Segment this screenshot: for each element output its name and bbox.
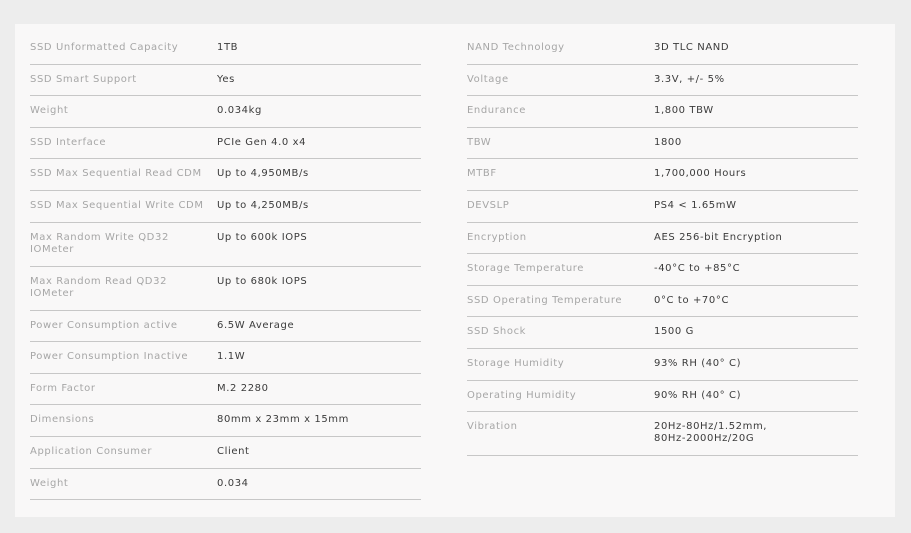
spec-row: Vibration 20Hz-80Hz/1.52mm, 80Hz-2000Hz/…	[467, 412, 858, 457]
spec-label: DEVSLP	[467, 199, 510, 211]
spec-label: Vibration	[467, 421, 518, 433]
spec-label: Max Random Write QD32 IOMeter	[30, 231, 169, 255]
spec-label: Storage Humidity	[467, 357, 565, 369]
spec-label: Operating Humidity	[467, 389, 577, 401]
spec-label: Max Random Read QD32 IOMeter	[30, 275, 168, 299]
spec-row: Dimensions 80mm x 23mm x 15mm	[30, 405, 421, 437]
spec-value: 1,700,000 Hours	[654, 168, 747, 180]
specs-right-column: NAND Technology 3D TLC NAND Voltage 3.3V…	[467, 33, 858, 457]
spec-label: SSD Smart Support	[30, 73, 137, 85]
spec-row: Weight 0.034kg	[30, 96, 421, 128]
spec-row: Voltage 3.3V, +/- 5%	[467, 65, 858, 97]
spec-value: 1TB	[217, 42, 239, 53]
spec-label: SSD Unformatted Capacity	[30, 42, 179, 53]
spec-label: SSD Max Sequential Write CDM	[30, 199, 204, 211]
spec-value: Up to 680k IOPS	[217, 275, 308, 287]
spec-label: Encryption	[467, 231, 527, 243]
spec-row: Application Consumer Client	[30, 437, 421, 469]
specifications-panel: SSD Unformatted Capacity 1TB SSD Smart S…	[15, 24, 895, 517]
spec-row: Power Consumption active 6.5W Average	[30, 311, 421, 343]
spec-value: 3.3V, +/- 5%	[654, 73, 725, 85]
spec-row: Weight 0.034	[30, 469, 421, 501]
spec-row: Storage Temperature -40°C to +85°C	[467, 254, 858, 286]
spec-value: 1,800 TBW	[654, 105, 714, 117]
spec-label: SSD Interface	[30, 136, 107, 148]
spec-row: Storage Humidity 93% RH (40° C)	[467, 349, 858, 381]
spec-row: DEVSLP PS4 < 1.65mW	[467, 191, 858, 223]
spec-label: Voltage	[467, 73, 509, 85]
spec-value: 0.034	[217, 477, 249, 489]
spec-label: NAND Technology	[467, 42, 565, 53]
spec-label: Storage Temperature	[467, 263, 585, 275]
spec-row: MTBF 1,700,000 Hours	[467, 159, 858, 191]
spec-value: 20Hz-80Hz/1.52mm, 80Hz-2000Hz/20G	[654, 421, 768, 445]
spec-label: SSD Max Sequential Read CDM	[30, 168, 202, 180]
spec-value: M.2 2280	[217, 382, 269, 394]
spec-row: NAND Technology 3D TLC NAND	[467, 33, 858, 65]
spec-label: TBW	[467, 136, 492, 148]
spec-value: Client	[217, 445, 250, 457]
spec-label: Weight	[30, 105, 69, 117]
spec-row: Form Factor M.2 2280	[30, 374, 421, 406]
spec-value: 1800	[654, 136, 682, 148]
spec-row: SSD Operating Temperature 0°C to +70°C	[467, 286, 858, 318]
spec-value: 90% RH (40° C)	[654, 389, 742, 401]
spec-label: Power Consumption Inactive	[30, 351, 189, 363]
spec-value: AES 256-bit Encryption	[654, 231, 783, 243]
spec-row: SSD Smart Support Yes	[30, 65, 421, 97]
spec-value: Up to 600k IOPS	[217, 231, 308, 243]
spec-value: Up to 4,250MB/s	[217, 199, 309, 211]
spec-row: SSD Interface PCIe Gen 4.0 x4	[30, 128, 421, 160]
spec-value: 1.1W	[217, 351, 246, 363]
spec-row: Encryption AES 256-bit Encryption	[467, 223, 858, 255]
spec-row: SSD Unformatted Capacity 1TB	[30, 33, 421, 65]
spec-label: Dimensions	[30, 414, 95, 426]
spec-value: PCIe Gen 4.0 x4	[217, 136, 307, 148]
spec-label: Form Factor	[30, 382, 96, 394]
spec-label: Application Consumer	[30, 445, 153, 457]
spec-row: Max Random Write QD32 IOMeter Up to 600k…	[30, 223, 421, 267]
spec-row: Endurance 1,800 TBW	[467, 96, 858, 128]
spec-value: Up to 4,950MB/s	[217, 168, 309, 180]
spec-value: 6.5W Average	[217, 319, 295, 331]
spec-value: Yes	[217, 73, 235, 85]
spec-row: Power Consumption Inactive 1.1W	[30, 342, 421, 374]
spec-value: 0.034kg	[217, 105, 262, 117]
spec-label: SSD Shock	[467, 326, 527, 338]
spec-label: SSD Operating Temperature	[467, 294, 623, 306]
spec-value: PS4 < 1.65mW	[654, 199, 737, 211]
spec-value: -40°C to +85°C	[654, 263, 741, 275]
spec-row: Operating Humidity 90% RH (40° C)	[467, 381, 858, 413]
spec-label: Endurance	[467, 105, 526, 117]
spec-label: MTBF	[467, 168, 497, 180]
spec-row: SSD Shock 1500 G	[467, 317, 858, 349]
spec-value: 1500 G	[654, 326, 694, 338]
spec-row: Max Random Read QD32 IOMeter Up to 680k …	[30, 267, 421, 311]
spec-row: SSD Max Sequential Write CDM Up to 4,250…	[30, 191, 421, 223]
spec-label: Power Consumption active	[30, 319, 178, 331]
spec-label: Weight	[30, 477, 69, 489]
spec-value: 0°C to +70°C	[654, 294, 730, 306]
spec-value: 93% RH (40° C)	[654, 357, 742, 369]
spec-value: 80mm x 23mm x 15mm	[217, 414, 349, 426]
specs-left-column: SSD Unformatted Capacity 1TB SSD Smart S…	[30, 33, 421, 501]
spec-value: 3D TLC NAND	[654, 42, 730, 53]
spec-row: SSD Max Sequential Read CDM Up to 4,950M…	[30, 159, 421, 191]
spec-row: TBW 1800	[467, 128, 858, 160]
